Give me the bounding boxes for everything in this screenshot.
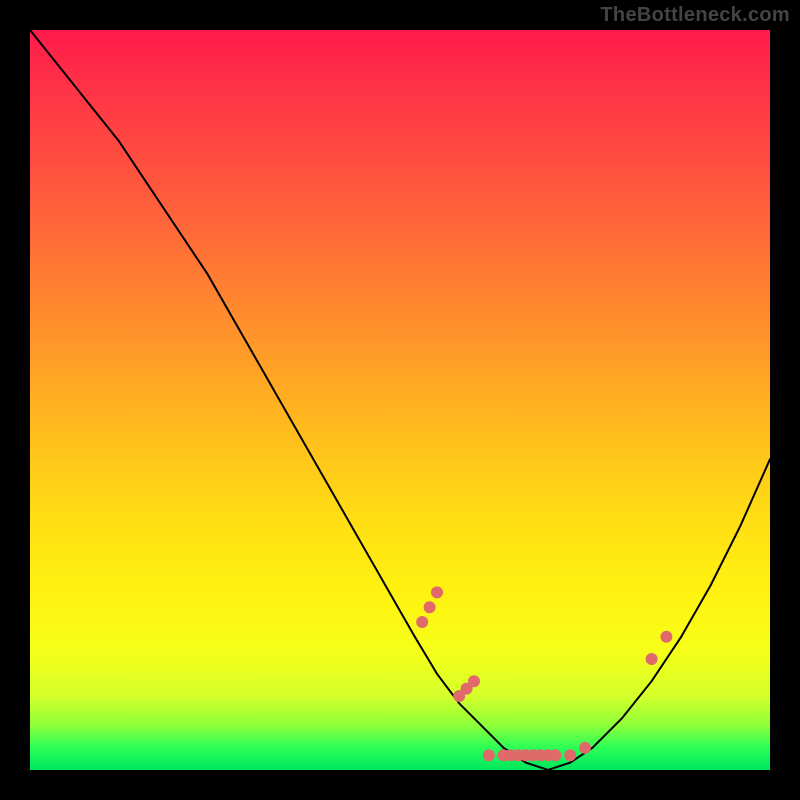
marker-dot bbox=[416, 616, 428, 628]
chart-svg bbox=[30, 30, 770, 770]
marker-dot bbox=[660, 631, 672, 643]
plot-area bbox=[30, 30, 770, 770]
marker-dot bbox=[579, 742, 591, 754]
chart-frame: TheBottleneck.com bbox=[0, 0, 800, 800]
marker-dot bbox=[431, 586, 443, 598]
marker-dot bbox=[549, 749, 561, 761]
marker-dot bbox=[483, 749, 495, 761]
marker-dot bbox=[646, 653, 658, 665]
curve-line bbox=[30, 30, 770, 770]
marker-dot bbox=[468, 675, 480, 687]
curve-markers bbox=[416, 586, 672, 761]
marker-dot bbox=[424, 601, 436, 613]
marker-dot bbox=[564, 749, 576, 761]
watermark-label: TheBottleneck.com bbox=[600, 4, 790, 27]
